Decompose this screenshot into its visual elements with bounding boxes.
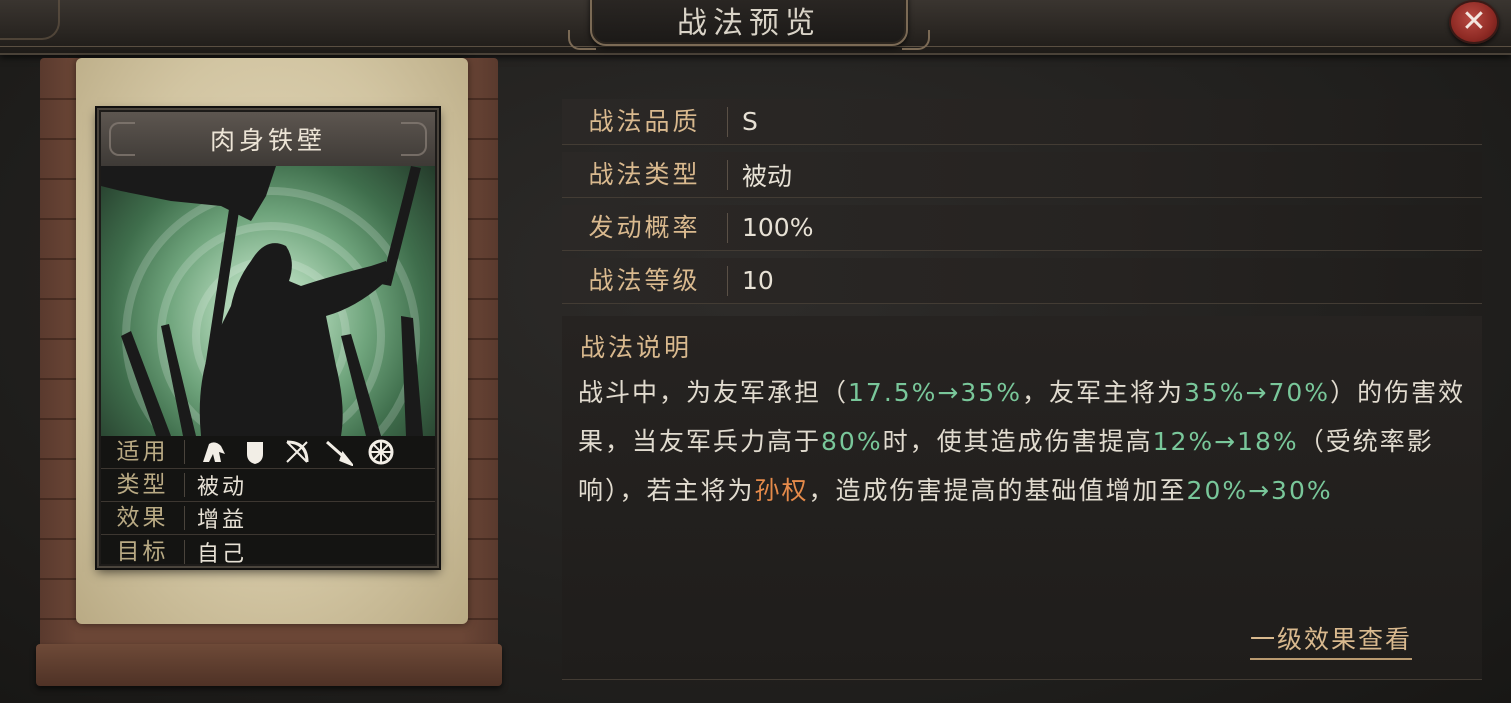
shield-icon [247, 442, 263, 464]
bow-icon [286, 440, 309, 463]
description-label: 战法说明 [580, 333, 693, 362]
description-panel: 战法说明 战斗中，为友军承担（17.5%→35%，友军主将为35%→70%）的伤… [562, 316, 1482, 680]
info-label: 效果 [101, 506, 185, 530]
tactic-card: 肉身铁壁 适用 类型 被动 效果 增益 目标 自己 [97, 108, 439, 568]
stat-row-type: 战法类型 被动 [562, 152, 1482, 198]
stat-row-quality: 战法品质 S [562, 99, 1482, 145]
card-info-panel: 适用 类型 被动 效果 增益 目标 自己 [101, 436, 435, 567]
stat-value: 被动 [742, 161, 793, 191]
info-value: 增益 [197, 508, 248, 533]
desc-segment: ，造成伤害提高的基础值增加至 [808, 476, 1187, 505]
desc-value: 20%→30% [1186, 476, 1333, 505]
card-header: 肉身铁壁 [101, 112, 435, 166]
scroll-roller [36, 644, 502, 686]
info-row-effect: 效果 增益 [101, 502, 435, 535]
title-plate: 战法预览 [568, 0, 930, 50]
vehicle-icon [368, 439, 394, 465]
stat-label: 发动概率 [562, 212, 728, 243]
desc-segment: ，友军主将为 [1021, 378, 1184, 407]
info-label: 目标 [101, 539, 185, 564]
info-row-troops: 适用 [101, 436, 435, 469]
desc-value: 12%→18% [1152, 427, 1299, 456]
window-title: 战法预览 [677, 6, 821, 41]
stat-row-probability: 发动概率 100% [562, 205, 1482, 251]
stat-row-level: 战法等级 10 [562, 258, 1482, 304]
card-artwork [101, 166, 435, 436]
cavalry-icon [203, 442, 225, 462]
warrior-silhouette-icon [101, 166, 423, 436]
info-label: 类型 [101, 473, 185, 497]
desc-segment: 战斗中，为友军承担（ [578, 378, 849, 407]
info-value: 被动 [197, 475, 248, 500]
info-row-target: 目标 自己 [101, 535, 435, 568]
spear-icon [326, 440, 353, 466]
stat-label: 战法等级 [562, 265, 728, 296]
info-value: 自己 [197, 541, 248, 567]
stat-label: 战法品质 [562, 106, 728, 137]
level-one-effect-link[interactable]: 一级效果查看 [1250, 620, 1413, 660]
desc-value: 17.5%→35% [848, 378, 1022, 407]
desc-general-name: 孙权 [754, 476, 809, 505]
tactic-name: 肉身铁壁 [209, 126, 326, 155]
stat-label: 战法类型 [562, 159, 728, 190]
info-label: 适用 [101, 440, 185, 464]
desc-value: 35%→70% [1183, 378, 1331, 407]
info-row-type: 类型 被动 [101, 469, 435, 502]
desc-value: 80% [821, 427, 883, 456]
close-button[interactable]: ✕ [1449, 0, 1499, 44]
desc-segment: 时，使其造成伤害提高 [882, 427, 1153, 456]
corner-ornament [0, 0, 60, 40]
stat-value: S [742, 107, 758, 136]
stat-value: 100% [742, 213, 814, 242]
close-icon: ✕ [1461, 4, 1487, 39]
description-text: 战斗中，为友军承担（17.5%→35%，友军主将为35%→70%）的伤害效果，当… [578, 368, 1483, 515]
stat-value: 10 [742, 266, 774, 295]
